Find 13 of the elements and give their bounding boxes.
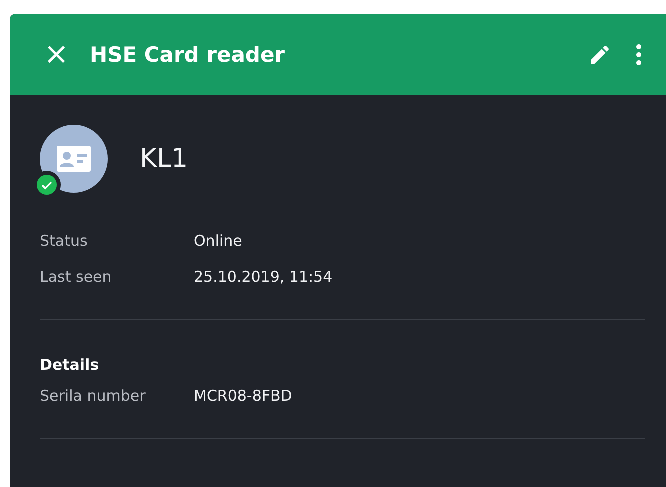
more-button[interactable] (636, 44, 642, 66)
window-title: HSE Card reader (90, 42, 286, 66)
device-name: KL1 (140, 144, 188, 174)
section-heading: Details (40, 356, 100, 376)
close-button[interactable]: × (44, 40, 68, 70)
field-label: Status (40, 232, 89, 250)
field-label: Serila number (40, 387, 147, 405)
field-value: 25.10.2019, 11:54 (194, 268, 333, 286)
field-label: Last seen (40, 268, 113, 286)
field-value: MCR08-8FBD (194, 387, 292, 405)
id-card-icon (57, 146, 91, 172)
more-icon (636, 44, 642, 66)
field-value: Online (194, 232, 242, 250)
